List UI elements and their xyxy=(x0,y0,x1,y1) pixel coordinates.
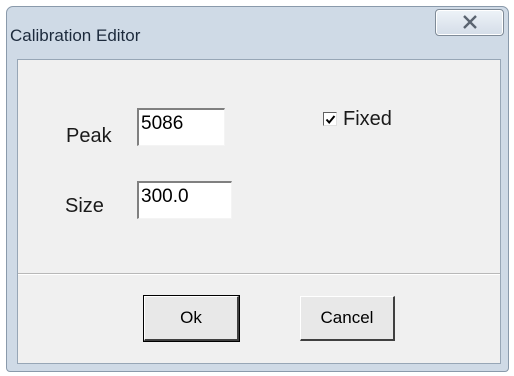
ok-button[interactable]: Ok xyxy=(143,295,240,342)
fixed-label: Fixed xyxy=(343,108,392,130)
fixed-checkbox[interactable] xyxy=(323,112,337,126)
dialog-title: Calibration Editor xyxy=(10,26,141,45)
size-field[interactable]: 300.0 xyxy=(137,181,232,219)
checkmark-icon xyxy=(325,115,336,125)
title-bar: Calibration Editor xyxy=(7,7,508,59)
close-button[interactable] xyxy=(435,9,504,36)
separator xyxy=(18,273,500,275)
size-label: Size xyxy=(65,195,104,217)
peak-field[interactable]: 5086 xyxy=(137,108,225,146)
close-icon xyxy=(463,15,477,29)
dialog-body: Peak 5086 Fixed Size 300.0 Ok Cancel xyxy=(17,59,501,364)
calibration-editor-dialog: Calibration Editor Peak 5086 Fixed Size … xyxy=(6,6,509,372)
cancel-button[interactable]: Cancel xyxy=(300,296,395,341)
peak-label: Peak xyxy=(66,125,112,147)
